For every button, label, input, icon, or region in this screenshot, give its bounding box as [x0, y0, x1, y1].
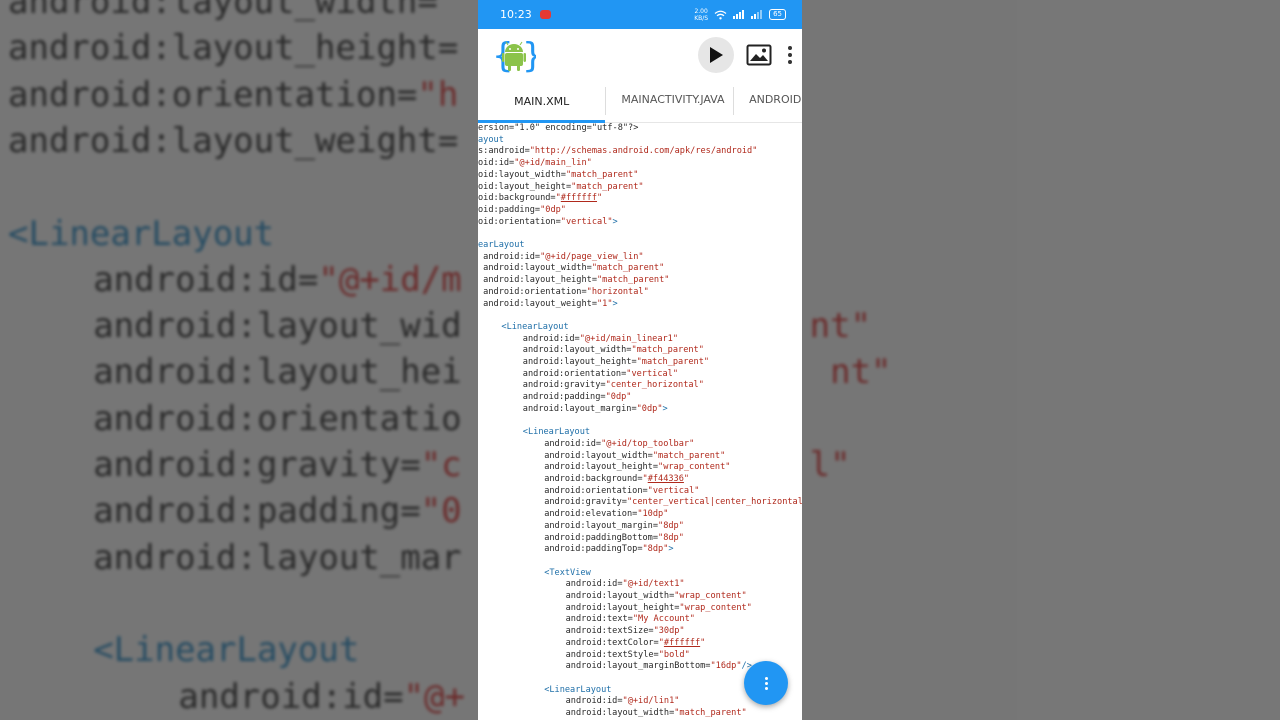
- run-button[interactable]: [698, 37, 734, 73]
- fab-menu-icon: [764, 676, 768, 680]
- code-line: android:orientation="horizontal": [478, 286, 649, 297]
- fab-menu-button[interactable]: [744, 661, 788, 705]
- file-tabs: MAIN.XML MAINACTIVITY.JAVA ANDROIDMANIFE…: [478, 81, 802, 123]
- signal-2-icon: [751, 10, 763, 19]
- code-line: android:id="@+id/lin1": [565, 696, 680, 707]
- code-line: android:paddingBottom="8dp": [544, 532, 684, 543]
- code-line: android:textStyle="bold": [565, 649, 690, 660]
- code-line: android:orientation="vertical": [522, 368, 679, 379]
- code-line: android:layout_height="wrap_content": [565, 602, 752, 613]
- code-line: android:layout_width="match_parent": [544, 450, 726, 461]
- code-line: <LinearLayout: [501, 321, 569, 332]
- code-line: android:layout_width="match_parent": [522, 345, 704, 356]
- code-line: android:id="@+id/main_linear1": [522, 333, 679, 344]
- record-icon: [539, 10, 551, 19]
- code-editor[interactable]: ersion="1.0" encoding="utf-8"?> ayout s:an…: [478, 123, 802, 720]
- more-vert-icon[interactable]: [786, 46, 794, 64]
- code-line: oid:layout_width="match_parent": [478, 169, 639, 180]
- code-line: android:layout_height="match_parent": [478, 275, 670, 286]
- tab-main-xml[interactable]: MAIN.XML: [478, 81, 606, 123]
- code-line: oid:layout_height="match_parent": [478, 181, 644, 192]
- code-line: android:text="My Account": [565, 614, 695, 625]
- code-line: android:id="@+id/text1": [565, 579, 685, 590]
- code-line: android:layout_width="match_parent": [565, 708, 747, 718]
- code-line: ersion="1.0" encoding="utf-8"?>: [478, 123, 639, 133]
- code-line: android:layout_height="match_parent": [522, 357, 710, 367]
- image-icon[interactable]: [746, 44, 772, 66]
- status-time: 10:23: [500, 8, 532, 21]
- code-line: android:layout_margin="0dp">: [522, 403, 668, 414]
- code-line: android:layout_marginBottom="16dp"/>: [565, 661, 752, 672]
- code-line: oid:id="@+id/main_lin": [478, 158, 592, 169]
- code-line: android:layout_width="wrap_content": [565, 591, 747, 601]
- code-line: <TextView: [544, 567, 591, 578]
- battery-indicator: 65: [769, 9, 786, 20]
- tab-androidmanifest-xml[interactable]: ANDROIDMANIFEST.XML: [733, 87, 802, 115]
- status-bar: 10:23 2.00 KB/S 65: [478, 0, 802, 29]
- net-speed: 2.00 KB/S: [694, 7, 709, 22]
- code-line: android:id="@+id/top_toolbar": [544, 438, 695, 449]
- code-line: android:padding="0dp": [522, 392, 632, 403]
- code-line: android:id="@+id/page_view_lin": [478, 251, 644, 262]
- code-line: android:layout_height="wrap_content": [544, 462, 731, 473]
- play-icon: [710, 47, 723, 63]
- code-line: ayout: [478, 134, 504, 145]
- code-line: android:elevation="10dp": [544, 509, 669, 520]
- code-line: android:layout_margin="8dp": [544, 520, 684, 531]
- code-line: <LinearLayout: [544, 684, 612, 695]
- code-line: android:layout_width="match_parent": [478, 263, 665, 274]
- code-line: android:textColor="#ffffff": [565, 637, 706, 648]
- code-line: earLayout: [478, 240, 525, 250]
- tab-mainactivity-java[interactable]: MAINACTIVITY.JAVA: [605, 87, 733, 115]
- android-logo-icon: { }: [492, 36, 536, 75]
- code-line: oid:background="#ffffff": [478, 193, 603, 204]
- wifi-icon: [714, 10, 727, 19]
- code-line: android:layout_weight="1">: [478, 298, 618, 309]
- code-line: android:textSize="30dp": [565, 626, 685, 637]
- code-line: <LinearLayout: [522, 427, 591, 438]
- code-line: s:android="http://schemas.android.com/ap…: [478, 146, 758, 157]
- code-line: android:paddingTop="8dp">: [544, 544, 674, 555]
- code-line: android:orientation="vertical": [544, 485, 700, 496]
- phone-screen: 10:23 2.00 KB/S 65 {: [478, 0, 802, 720]
- code-line: android:gravity="center_horizontal": [522, 380, 704, 391]
- code-line: android:background="#f44336": [544, 474, 690, 484]
- app-bar: { }: [478, 29, 802, 81]
- signal-icon: [733, 10, 745, 19]
- code-line: oid:padding="0dp": [478, 204, 566, 215]
- code-line: android:gravity="center_vertical|center_…: [544, 497, 802, 508]
- code-line: oid:orientation="vertical">: [478, 216, 618, 227]
